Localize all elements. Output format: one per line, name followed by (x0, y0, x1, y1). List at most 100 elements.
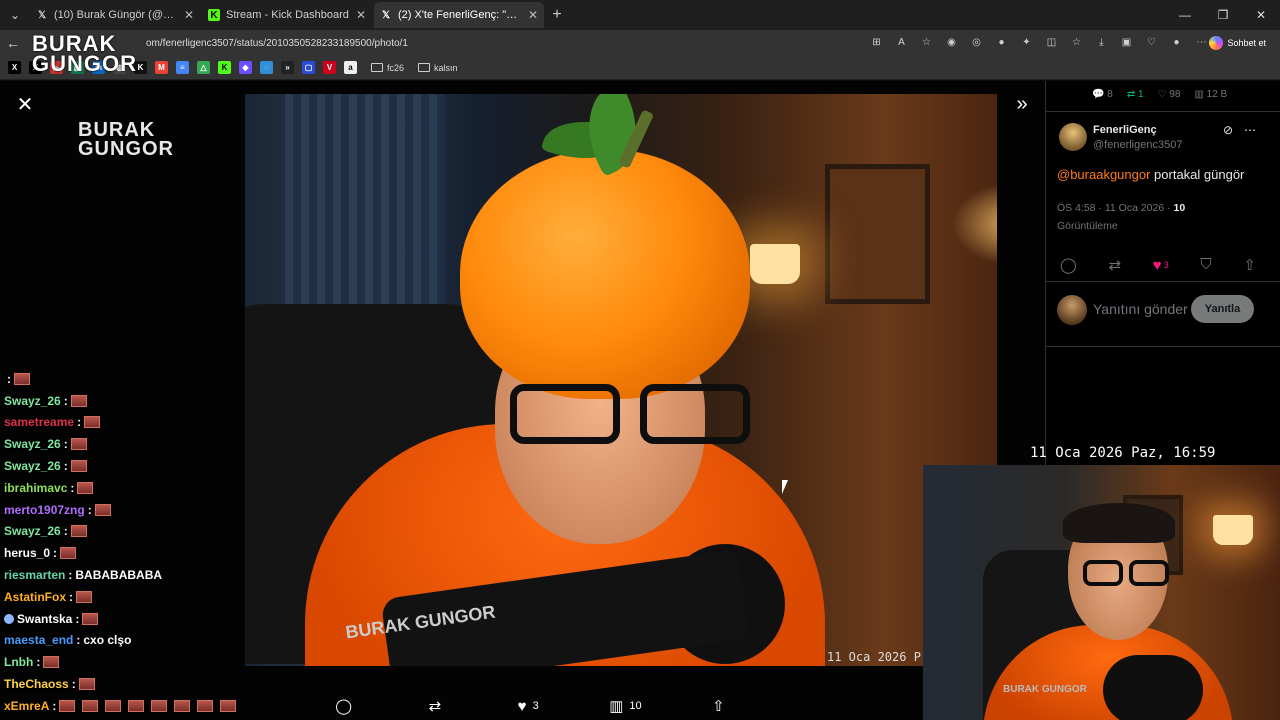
extension-icon[interactable]: ● (993, 34, 1010, 51)
wall-frame (825, 164, 930, 304)
reply-button[interactable]: ◯ (335, 697, 358, 715)
chat-separator: : (75, 611, 80, 626)
new-tab-button[interactable]: + (544, 6, 570, 24)
bookmark-icon[interactable]: ◌ (260, 61, 273, 74)
chat-username[interactable]: Swayz_26 (4, 394, 61, 408)
chat-username[interactable]: sametreame (4, 415, 74, 429)
chat-username[interactable]: merto1907zng (4, 503, 85, 517)
bookmark-icon[interactable]: » (281, 61, 294, 74)
back-icon[interactable]: ← (0, 35, 26, 51)
tweet-mention[interactable]: @buraakgungor (1057, 167, 1150, 182)
chat-username[interactable]: Swantska (17, 612, 72, 626)
minimize-icon[interactable]: — (1166, 0, 1204, 30)
retweet-icon[interactable]: ⇄ (1109, 256, 1122, 274)
chat-username[interactable]: herus_0 (4, 546, 50, 560)
stream-brand-logo: BURAK GUNGOR (32, 31, 137, 76)
kick-bookmark-icon[interactable]: K (218, 61, 231, 74)
grok-icon[interactable]: ⊘ (1223, 123, 1233, 137)
chat-username[interactable]: Swayz_26 (4, 437, 61, 451)
bookmark-icon[interactable]: ◆ (239, 61, 252, 74)
copilot-button[interactable]: Sohbet et (1203, 33, 1272, 53)
read-aloud-icon[interactable]: A (893, 34, 910, 51)
more-options-icon[interactable]: ⋯ (1244, 123, 1256, 137)
bookmark-icon[interactable]: V (323, 61, 336, 74)
tweet-views-label: Görüntüleme (1057, 220, 1118, 232)
chat-username[interactable]: TheChaoss (4, 677, 69, 691)
chat-username[interactable]: Swayz_26 (4, 459, 61, 473)
reply-stat[interactable]: 💬 8 (1092, 89, 1113, 100)
author-handle[interactable]: @fenerligenc3507 (1093, 139, 1182, 151)
author-avatar[interactable] (1059, 123, 1087, 151)
favorite-star-icon[interactable]: ☆ (918, 34, 935, 51)
chat-message: Swayz_26: (4, 455, 264, 477)
retweet-button[interactable]: ⇄ (429, 697, 448, 715)
screenshot-icon[interactable]: ▣ (1118, 34, 1135, 51)
tab-actions-icon[interactable]: ⌄ (2, 2, 28, 28)
chat-username[interactable]: Lnbh (4, 655, 33, 669)
address-bar-icons: ⊞ A ☆ ◉ ◎ ● ✦ ◫ ☆ ⤓ ▣ ♡ ● ⋯ (868, 34, 1210, 51)
performance-icon[interactable]: ♡ (1143, 34, 1160, 51)
reply-icon[interactable]: ◯ (1060, 256, 1077, 274)
chat-username[interactable]: xEmreA (4, 699, 49, 713)
tab-0[interactable]: 𝕏 (10) Burak Güngör (@buraakgungor) ✕ (30, 2, 200, 28)
split-screen-icon[interactable]: ◫ (1043, 34, 1060, 51)
tab-2[interactable]: 𝕏 (2) X'te FenerliGenç: "@buraakgungor ✕ (374, 2, 544, 28)
chat-message: Lnbh: (4, 651, 264, 673)
views-button[interactable]: ▥ 10 (609, 697, 641, 715)
copilot-icon (1209, 36, 1224, 50)
docs-bookmark-icon[interactable]: ≡ (176, 61, 189, 74)
favorites-icon[interactable]: ☆ (1068, 34, 1085, 51)
chat-username[interactable]: maesta_end (4, 633, 73, 647)
bookmark-icon[interactable]: a (344, 61, 357, 74)
like-button[interactable]: ♥ 3 (1153, 256, 1169, 274)
bookmark-folder-label: kalsın (434, 62, 458, 73)
chat-message: Swayz_26: (4, 521, 264, 543)
chat-username[interactable]: AstatinFox (4, 590, 66, 604)
like-button[interactable]: ♥ 3 (518, 698, 539, 715)
chat-username[interactable]: Swayz_26 (4, 524, 61, 538)
extension-icon[interactable]: ◎ (968, 34, 985, 51)
view-stat[interactable]: ▥ 12 B (1194, 89, 1227, 100)
close-viewer-button[interactable]: ✕ (14, 95, 36, 117)
x-bookmark-icon[interactable]: X (8, 61, 21, 74)
close-tab-icon[interactable]: ✕ (528, 8, 538, 22)
gmail-bookmark-icon[interactable]: M (155, 61, 168, 74)
drive-bookmark-icon[interactable]: △ (197, 61, 210, 74)
chat-message: Swayz_26: (4, 433, 264, 455)
app-icon[interactable]: ⊞ (868, 34, 885, 51)
share-icon[interactable]: ⇧ (1243, 256, 1256, 274)
heart-icon: ♥ (1152, 256, 1162, 274)
url-field[interactable]: om/fenerligenc3507/status/20103505282331… (146, 38, 408, 49)
chat-emote-icon (70, 438, 87, 451)
chat-username[interactable]: riesmarten (4, 568, 65, 582)
like-stat[interactable]: ♡ 98 (1158, 89, 1181, 100)
extensions-puzzle-icon[interactable]: ✦ (1018, 34, 1035, 51)
bookmark-folder-label: fc26 (387, 62, 405, 73)
reply-submit-button[interactable]: Yanıtla (1191, 295, 1254, 323)
current-user-avatar (1057, 295, 1087, 325)
tab-1[interactable]: K Stream - Kick Dashboard ✕ (202, 2, 372, 28)
expand-sidebar-button[interactable]: » (1010, 94, 1034, 118)
close-tab-icon[interactable]: ✕ (356, 8, 366, 22)
extension-icon[interactable]: ◉ (943, 34, 960, 51)
profile-avatar[interactable]: ● (1168, 34, 1185, 51)
bookmark-folder[interactable]: fc26 (371, 63, 404, 73)
bookmark-icon[interactable]: ▢ (302, 61, 315, 74)
bookmark-folder[interactable]: kalsın (418, 63, 458, 73)
bookmark-icon[interactable]: ⛉ (1200, 256, 1211, 274)
tweet-photo[interactable]: BURAK GUNGOR 11 Oca 2026 P (245, 94, 997, 666)
restore-icon[interactable]: ❐ (1204, 0, 1242, 30)
retweet-stat[interactable]: ⇄ 1 (1127, 89, 1144, 100)
downloads-icon[interactable]: ⤓ (1093, 34, 1110, 51)
chat-message: sametreame: (4, 412, 264, 434)
close-tab-icon[interactable]: ✕ (184, 8, 194, 22)
chat-username[interactable]: ibrahimavc (4, 481, 67, 495)
window-controls: — ❐ ✕ (1166, 0, 1280, 30)
tweet-time[interactable]: ÖS 4:58 · 11 Oca 2026 · (1057, 202, 1174, 214)
close-window-icon[interactable]: ✕ (1242, 0, 1280, 30)
share-button[interactable]: ⇧ (712, 697, 725, 715)
author-name[interactable]: FenerliGenç (1093, 124, 1157, 136)
chat-message: merto1907zng: (4, 499, 264, 521)
reply-input[interactable]: Yanıtını gönder (1093, 301, 1188, 331)
chat-emote-icon (43, 656, 60, 669)
